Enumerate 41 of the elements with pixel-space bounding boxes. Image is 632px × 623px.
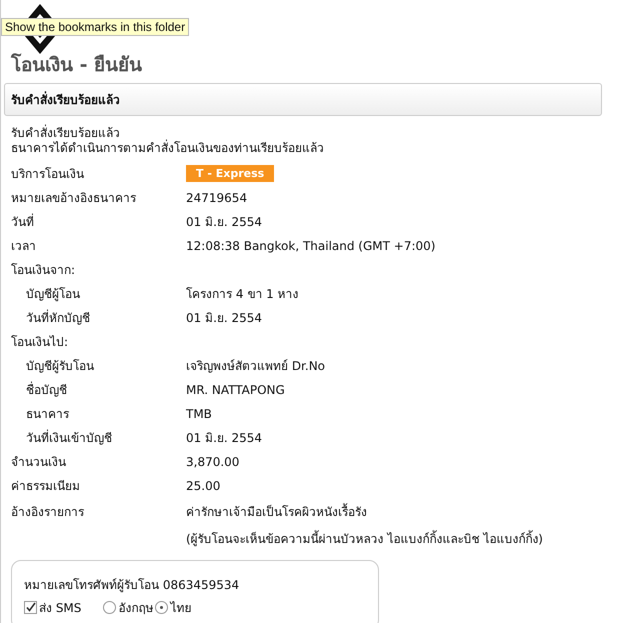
- field-value: 01 มิ.ย. 2554: [186, 310, 262, 328]
- field-value: โครงการ 4 ขา 1 หาง: [186, 286, 299, 304]
- field-label: บัญชีผู้รับโอน: [25, 358, 95, 376]
- field-label: วันที่เงินเข้าบัญชี: [25, 428, 113, 448]
- field-label: เวลา: [11, 238, 37, 256]
- message-text: ธนาคารได้ดำเนินการตามคำสั่งโอนเงินของท่านเรียบร้อยแล้ว: [11, 140, 325, 156]
- phone-text: หมายเลขโทรศัพท์ผู้รับโอน 0863459534: [24, 576, 240, 594]
- field-label: จำนวนเงิน: [11, 454, 67, 472]
- field-value: TMB: [186, 406, 212, 421]
- checkbox[interactable]: [24, 600, 37, 614]
- service-badge: T - Express: [186, 165, 274, 182]
- field-value: (ผู้รับโอนจะเห็นข้อความนี้ผ่านบัวหลวง ไอแบงก์กิ้งและบิช ไอแบงก์กิ้ง): [186, 529, 543, 548]
- field-label: บริการโอนเงิน: [11, 166, 85, 184]
- message-text: รับคำสั่งเรียบร้อยแล้ว: [11, 126, 120, 140]
- section-label: โอนเงินไป:: [11, 334, 70, 352]
- radio-button[interactable]: [103, 600, 116, 614]
- field-value: 12:08:38 Bangkok, Thailand (GMT +7:00): [186, 238, 436, 253]
- radio-label: ไทย: [170, 600, 192, 617]
- tooltip: Show the bookmarks in this folder: [1, 18, 190, 36]
- field-label: อ้างอิงรายการ: [11, 504, 85, 521]
- field-label: วันที่หักบัญชี: [25, 308, 91, 328]
- page-title: โอนเงิน - ยืนยัน: [11, 54, 144, 77]
- field-label: วันที่: [11, 212, 35, 232]
- field-value: 25.00: [186, 478, 220, 493]
- checkbox-label: ส่ง SMS: [39, 600, 82, 617]
- radio-label: อังกฤษ: [118, 600, 154, 617]
- panel-header: รับคำสั่งเรียบร้อยแล้ว: [4, 82, 602, 116]
- field-label: หมายเลขอ้างอิงธนาคาร: [11, 190, 137, 208]
- field-value: เจริญพงษ์สัตวแพทย์ Dr.No: [186, 358, 326, 376]
- field-value: 3,870.00: [186, 454, 240, 469]
- field-value: ค่ารักษาเจ้ามือเป็นโรคผิวหนังเรื้อรัง: [186, 502, 368, 521]
- radio-button[interactable]: [155, 600, 168, 614]
- section-label: โอนเงินจาก:: [11, 262, 76, 280]
- field-label: ชื่อบัญชี: [25, 380, 68, 400]
- field-label: ธนาคาร: [25, 406, 70, 424]
- field-value: MR. NATTAPONG: [186, 382, 285, 397]
- field-label: ค่าธรรมเนียม: [11, 478, 81, 496]
- field-value: 01 มิ.ย. 2554: [186, 214, 262, 232]
- field-value: 24719654: [186, 190, 248, 205]
- field-label: บัญชีผู้โอน: [25, 286, 81, 304]
- field-value: 01 มิ.ย. 2554: [186, 430, 262, 448]
